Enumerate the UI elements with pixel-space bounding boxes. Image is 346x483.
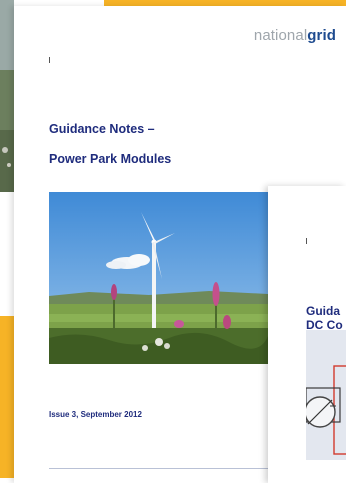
- second-title-line-1: Guida: [306, 304, 341, 318]
- left-document-thumbnail[interactable]: [0, 0, 14, 192]
- brand-prefix: national: [253, 27, 308, 44]
- brand-suffix: grid: [307, 27, 336, 44]
- issue-date: Issue 3, September 2012: [49, 410, 142, 419]
- crop-mark-second: [306, 238, 307, 244]
- converter-diagram: [304, 330, 346, 460]
- crop-mark: [49, 57, 50, 63]
- cover-title-line-1: Guidance Notes –: [49, 122, 155, 136]
- yellow-accent-bar-left: [0, 316, 14, 478]
- landscape-photo-fragment: [0, 0, 14, 192]
- document-gallery: nationalgrid Guidance Notes – Power Park…: [0, 0, 346, 483]
- converter-symbol-icon: [304, 365, 346, 455]
- footer-rule: [49, 468, 269, 469]
- nationalgrid-logo: nationalgrid: [254, 27, 336, 44]
- wind-turbine-photo: [49, 192, 268, 364]
- guidance-notes-dc-converter-cover[interactable]: Guida DC Co: [268, 186, 346, 483]
- left-document-page: [0, 192, 14, 312]
- cover-title-line-2: Power Park Modules: [49, 152, 172, 166]
